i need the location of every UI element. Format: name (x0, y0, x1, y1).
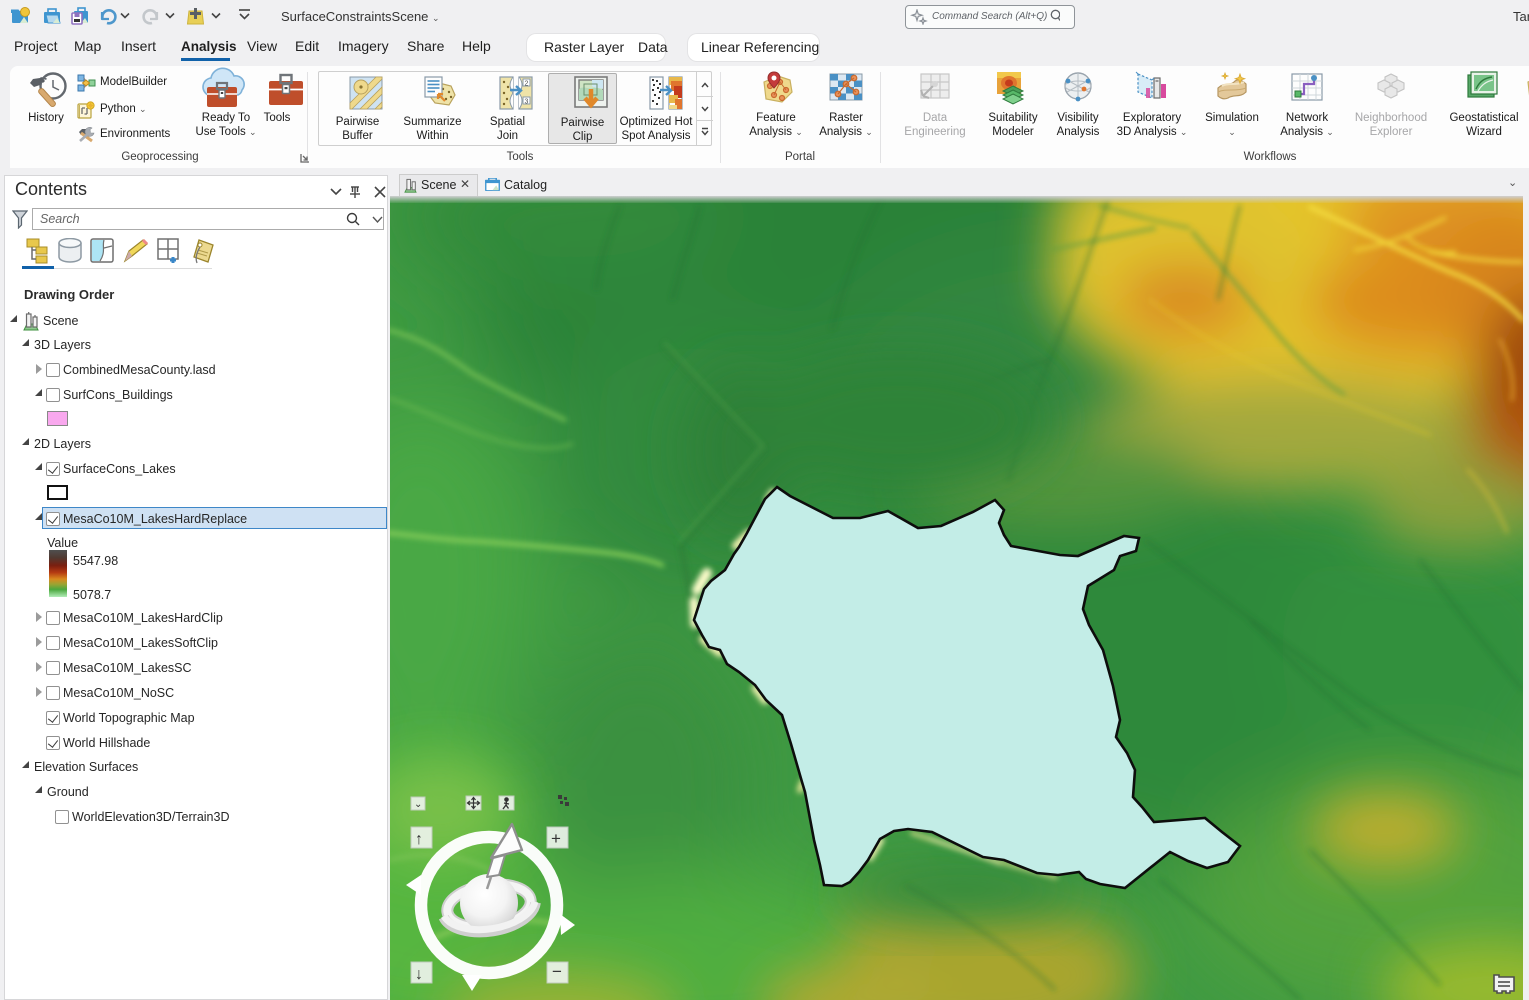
svg-text:↓: ↓ (415, 966, 423, 983)
svg-text:⌄: ⌄ (414, 799, 422, 810)
svg-text:−: − (552, 962, 562, 981)
svg-text:3: 3 (525, 99, 529, 106)
svg-text:2: 2 (525, 81, 529, 88)
svg-text:+: + (551, 829, 561, 848)
svg-text:↑: ↑ (415, 831, 423, 848)
